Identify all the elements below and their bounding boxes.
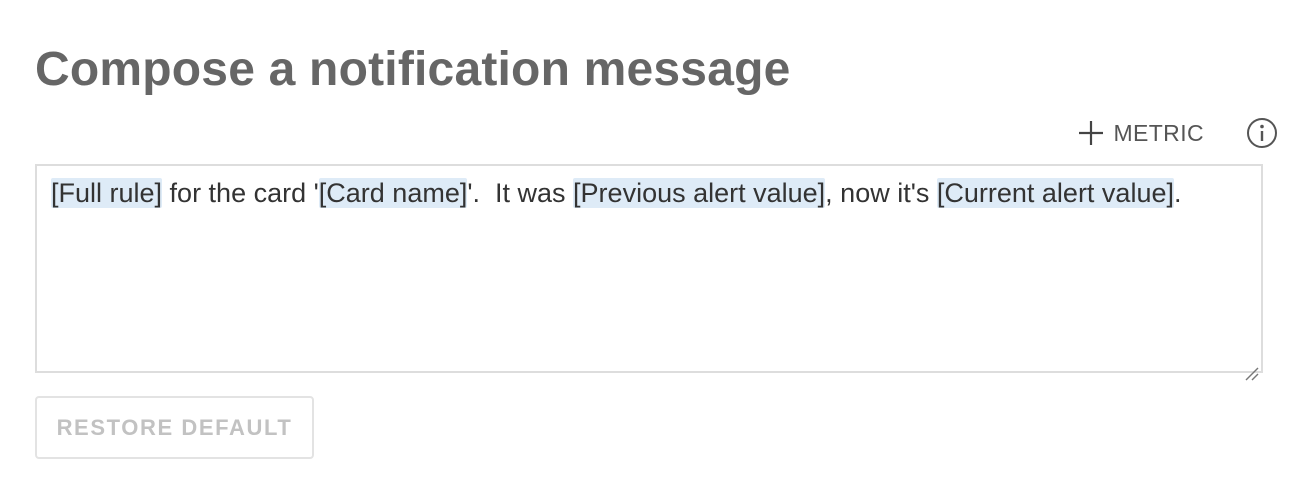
resize-handle-icon[interactable] [1243, 353, 1259, 381]
plus-icon [1077, 119, 1105, 147]
page-title: Compose a notification message [35, 43, 791, 96]
variable-token: [Card name] [318, 178, 468, 208]
message-text-segment: . [1173, 178, 1182, 208]
message-text: [Full rule] for the card '[Card name]'. … [51, 174, 1247, 212]
variable-token: [Full rule] [51, 178, 163, 208]
variable-token: [Previous alert value] [573, 178, 826, 208]
info-icon[interactable] [1246, 117, 1278, 149]
message-editor[interactable]: [Full rule] for the card '[Card name]'. … [35, 164, 1263, 381]
editor-toolbar: METRIC [1077, 113, 1278, 153]
restore-default-button[interactable]: RESTORE DEFAULT [35, 396, 314, 459]
add-metric-button[interactable]: METRIC [1077, 119, 1204, 147]
message-text-segment: for the card ' [162, 178, 319, 208]
message-text-segment: , now it's [825, 178, 937, 208]
add-metric-label: METRIC [1113, 120, 1204, 146]
message-text-segment: '. It was [467, 178, 574, 208]
variable-token: [Current alert value] [936, 178, 1174, 208]
